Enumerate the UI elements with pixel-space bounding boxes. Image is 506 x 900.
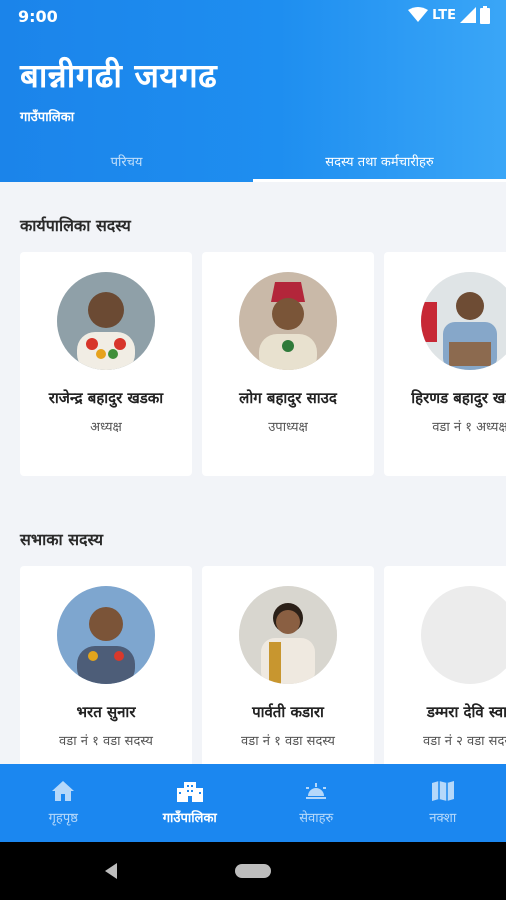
member-name: डम्मरा देवि स्वार — [426, 703, 506, 721]
nav-map-label: नक्शा — [429, 811, 457, 826]
section-title-assembly: सभाका सदस्य — [20, 530, 104, 549]
app-subtitle: गाउँपालिका — [20, 110, 75, 125]
member-card[interactable]: लोग बहादुर साउद उपाध्यक्ष — [202, 252, 374, 476]
home-icon — [51, 780, 75, 802]
member-name: राजेन्द्र बहादुर खडका — [48, 389, 164, 407]
nav-home[interactable]: गृहपृष्ठ — [0, 764, 127, 842]
map-icon — [431, 780, 455, 802]
member-avatar — [57, 586, 155, 684]
member-name: हिरणड बहादुर खडका — [411, 389, 506, 407]
member-avatar-placeholder — [421, 586, 506, 684]
member-role: अध्यक्ष — [90, 420, 122, 435]
service-icon — [303, 780, 329, 802]
nav-map[interactable]: नक्शा — [380, 764, 506, 842]
nav-municipality[interactable]: गाउँपालिका — [127, 764, 254, 842]
member-name: पार्वती कडारा — [252, 703, 324, 721]
main-content[interactable]: कार्यपालिका सदस्य राजेन्द्र बहादुर खडका … — [0, 182, 506, 764]
back-icon[interactable] — [102, 861, 122, 881]
bottom-navigation: गृहपृष्ठ गाउँपालिका सेवाहरु नक्शा — [0, 764, 506, 842]
status-time: 9:00 — [18, 7, 58, 26]
battery-icon — [480, 6, 490, 24]
tab-introduction[interactable]: परिचय — [0, 140, 253, 182]
member-role: वडा नं २ वडा सदस्य — [423, 734, 506, 749]
app-header: 9:00 LTE बान्नीगढी जयगढ गाउँपालिका परिचय… — [0, 0, 506, 182]
section-title-executive: कार्यपालिका सदस्य — [20, 216, 131, 235]
signal-icon — [460, 7, 476, 23]
member-name: लोग बहादुर साउद — [239, 389, 337, 407]
nav-home-label: गृहपृष्ठ — [48, 811, 78, 826]
tab-bar: परिचय सदस्य तथा कर्मचारीहरु — [0, 140, 506, 182]
system-navigation-bar — [0, 842, 506, 900]
member-card[interactable]: डम्मरा देवि स्वार वडा नं २ वडा सदस्य — [384, 566, 506, 764]
member-avatar — [239, 272, 337, 370]
nav-municipality-label: गाउँपालिका — [162, 811, 217, 826]
status-icons: LTE — [408, 6, 490, 24]
home-pill-button[interactable] — [235, 864, 271, 878]
executive-members-row[interactable]: राजेन्द्र बहादुर खडका अध्यक्ष लोग बहादुर… — [20, 252, 506, 476]
member-card[interactable]: पार्वती कडारा वडा नं १ वडा सदस्य — [202, 566, 374, 764]
network-type: LTE — [432, 7, 456, 23]
assembly-members-row[interactable]: भरत सुनार वडा नं १ वडा सदस्य पार्वती कडा… — [20, 566, 506, 764]
member-role: वडा नं १ वडा सदस्य — [59, 734, 153, 749]
member-avatar — [57, 272, 155, 370]
member-name: भरत सुनार — [76, 703, 136, 721]
member-avatar — [239, 586, 337, 684]
member-card[interactable]: हिरणड बहादुर खडका वडा नं १ अध्यक्ष — [384, 252, 506, 476]
member-role: वडा नं १ अध्यक्ष — [432, 420, 506, 435]
member-role: उपाध्यक्ष — [268, 420, 308, 435]
member-avatar — [421, 272, 506, 370]
member-card[interactable]: राजेन्द्र बहादुर खडका अध्यक्ष — [20, 252, 192, 476]
wifi-icon — [408, 7, 429, 23]
status-bar: 9:00 LTE — [0, 0, 506, 32]
app-title: बान्नीगढी जयगढ — [20, 56, 218, 95]
nav-services[interactable]: सेवाहरु — [253, 764, 380, 842]
member-role: वडा नं १ वडा सदस्य — [241, 734, 335, 749]
nav-services-label: सेवाहरु — [299, 811, 334, 826]
member-card[interactable]: भरत सुनार वडा नं १ वडा सदस्य — [20, 566, 192, 764]
tab-members-staff[interactable]: सदस्य तथा कर्मचारीहरु — [253, 140, 506, 182]
building-icon — [176, 780, 204, 802]
